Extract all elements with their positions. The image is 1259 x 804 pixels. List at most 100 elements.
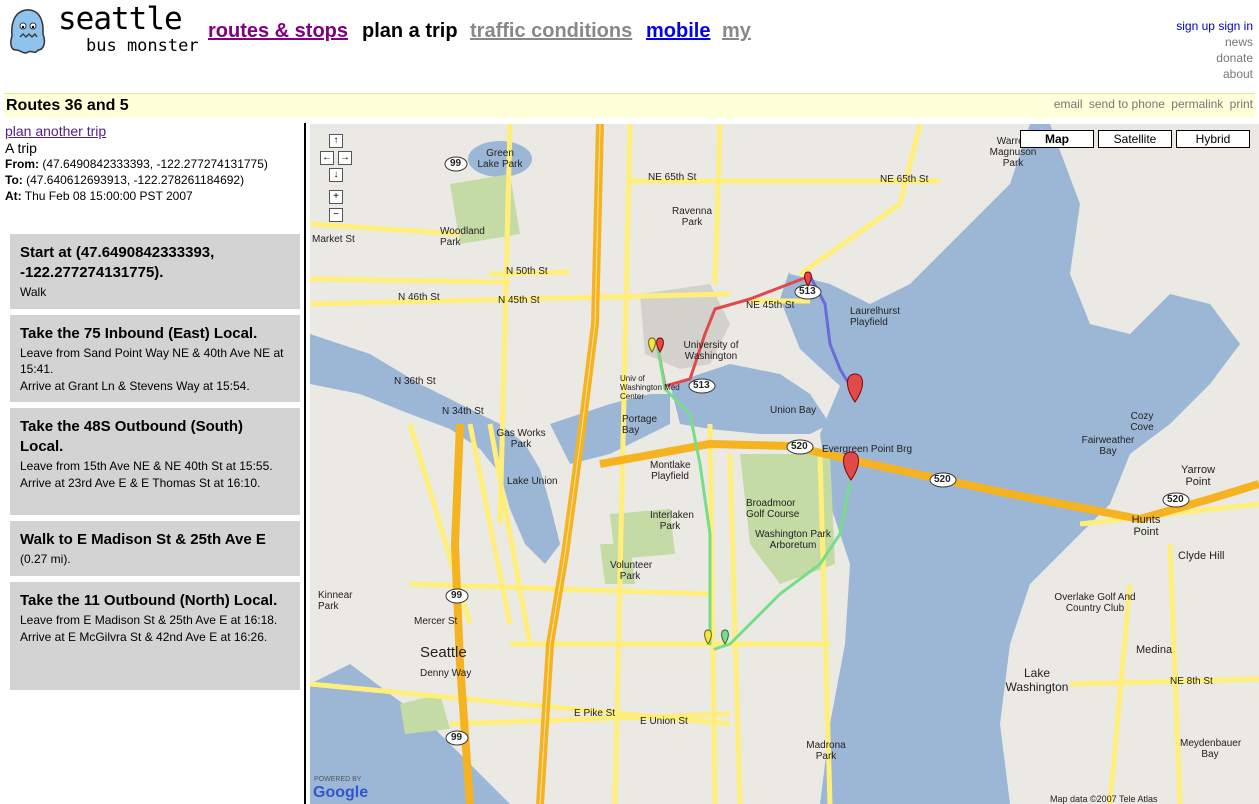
map-label: Woodland Park <box>440 226 485 248</box>
account-links: sign up sign in news donate about <box>1176 18 1253 82</box>
map-label: N 34th St <box>442 406 484 417</box>
hwy-513-label: 513 <box>799 286 816 297</box>
map-label: Portage Bay <box>622 414 658 436</box>
step-detail: Arrive at E McGilvra St & 42nd Ave E at … <box>20 630 268 644</box>
plan-another-trip-link[interactable]: plan another trip <box>5 123 106 139</box>
map-type-map-button[interactable]: Map <box>1020 130 1094 148</box>
step-detail: Arrive at Grant Ln & Stevens Way at 15:5… <box>20 379 250 393</box>
map-label: Washington Park Arboretum <box>755 529 831 551</box>
map-label: Evergreen Point Brg <box>822 444 913 455</box>
pan-down-icon[interactable]: ↓ <box>329 168 343 182</box>
itinerary-panel: plan another trip A trip From: (47.64908… <box>4 123 304 804</box>
send-to-phone-link[interactable]: send to phone <box>1089 97 1165 111</box>
trip-actions: email send to phone permalink print <box>1051 97 1253 111</box>
map-label: E Pike St <box>574 708 616 719</box>
map-label: E Union St <box>640 716 688 727</box>
hwy-520-label: 520 <box>791 441 808 452</box>
page-title: Routes 36 and 5 <box>6 97 129 114</box>
map-label: Lake Washington <box>1005 666 1069 694</box>
map-label: Cozy Cove <box>1130 411 1154 433</box>
map-label: Clyde Hill <box>1178 550 1225 562</box>
step-title: Start at (47.6490842333393, -122.2772741… <box>20 244 215 281</box>
itinerary-step[interactable]: Walk to E Madison St & 25th Ave E (0.27 … <box>10 521 300 576</box>
title-bar: Routes 36 and 5 email send to phone perm… <box>4 93 1255 118</box>
hwy-99-label: 99 <box>451 732 463 743</box>
map-label: Volunteer Park <box>610 560 653 582</box>
map-label: Ravenna Park <box>672 206 713 228</box>
map-label: Union Bay <box>770 405 817 416</box>
zoom-out-icon[interactable]: − <box>329 208 343 222</box>
map-label: NE 45th St <box>746 300 795 311</box>
map-label: Green Lake Park <box>477 148 523 170</box>
hwy-99-label: 99 <box>450 158 462 169</box>
powered-by-label: POWERED BY <box>314 776 362 783</box>
trip-time: At: Thu Feb 08 15:00:00 PST 2007 <box>5 189 193 203</box>
map-label: N 46th St <box>398 292 440 303</box>
itinerary-step[interactable]: Take the 75 Inbound (East) Local. Leave … <box>10 315 300 402</box>
map-label: Market St <box>312 234 355 245</box>
map-label: NE 8th St <box>1170 676 1213 687</box>
map-label: Overlake Golf And Country Club <box>1054 592 1136 614</box>
step-title: Take the 75 Inbound (East) Local. <box>20 325 258 342</box>
map-type-satellite-button[interactable]: Satellite <box>1098 130 1172 148</box>
itinerary-step[interactable]: Start at (47.6490842333393, -122.2772741… <box>10 234 300 309</box>
map-label: Yarrow Point <box>1180 464 1216 488</box>
route-map[interactable]: 99 99 99 513 513 520 520 520 Seattle Uni… <box>310 124 1259 804</box>
permalink-link[interactable]: permalink <box>1171 97 1223 111</box>
google-logo[interactable]: Google <box>313 784 368 802</box>
pan-left-icon[interactable]: ← <box>320 151 334 165</box>
logo-title[interactable]: seattle <box>58 2 183 36</box>
nav-routes-stops[interactable]: routes & stops <box>208 20 348 43</box>
trip-summary: plan another trip A trip From: (47.64908… <box>4 123 304 204</box>
map-copyright[interactable]: Map data ©2007 Tele Atlas <box>1050 794 1158 804</box>
step-detail: (0.27 mi). <box>20 552 71 566</box>
step-detail: Walk <box>20 285 47 299</box>
itinerary-step[interactable]: Take the 11 Outbound (North) Local. Leav… <box>10 582 300 690</box>
map-label: Mercer St <box>414 616 458 627</box>
donate-link[interactable]: donate <box>1216 51 1253 65</box>
trip-from: From: (47.6490842333393, -122.2772741317… <box>5 157 268 171</box>
map-label: NE 65th St <box>648 172 697 183</box>
map-label: Meydenbauer Bay <box>1180 738 1242 760</box>
bus-monster-logo-icon[interactable] <box>8 6 48 56</box>
itinerary-step[interactable]: Take the 48S Outbound (South) Local. Lea… <box>10 408 300 515</box>
sign-up-link[interactable]: sign up <box>1176 19 1215 33</box>
step-title: Walk to E Madison St & 25th Ave E <box>20 531 266 548</box>
header: seattle bus monster routes & stops plan … <box>0 0 1259 92</box>
logo-subtitle[interactable]: bus monster <box>86 36 199 56</box>
map-label: Medina <box>1136 644 1173 656</box>
nav-my[interactable]: my <box>722 20 751 43</box>
nav-plan-trip[interactable]: plan a trip <box>362 20 458 43</box>
map-label: Lake Union <box>507 476 558 487</box>
zoom-in-icon[interactable]: + <box>329 190 343 204</box>
hwy-520-label: 520 <box>934 474 951 485</box>
step-title: Take the 48S Outbound (South) Local. <box>20 418 244 455</box>
map-label: Univ of Washington Med Center <box>620 374 680 401</box>
pan-up-icon[interactable]: ↑ <box>329 134 343 148</box>
map-label: Montlake Playfield <box>650 460 691 482</box>
sign-in-link[interactable]: sign in <box>1218 19 1253 33</box>
step-detail: Leave from Sand Point Way NE & 40th Ave … <box>20 346 284 376</box>
map-label: Hunts Point <box>1131 514 1161 538</box>
step-detail: Leave from 15th Ave NE & NE 40th St at 1… <box>20 459 273 473</box>
map-label: N 45th St <box>498 295 540 306</box>
map-label: Madrona Park <box>806 740 846 762</box>
email-link[interactable]: email <box>1054 97 1083 111</box>
map-label: Denny Way <box>420 668 472 679</box>
about-link[interactable]: about <box>1223 67 1253 81</box>
print-link[interactable]: print <box>1230 97 1253 111</box>
map-label: N 36th St <box>394 376 436 387</box>
map-label: Interlaken Park <box>650 510 694 532</box>
step-title: Take the 11 Outbound (North) Local. <box>20 592 278 609</box>
map-type-hybrid-button[interactable]: Hybrid <box>1176 130 1250 148</box>
pan-right-icon[interactable]: → <box>338 151 352 165</box>
map-label: Seattle <box>420 644 467 661</box>
map-label: University of Washington <box>683 340 739 362</box>
nav-mobile[interactable]: mobile <box>646 20 710 43</box>
panel-divider <box>304 123 306 804</box>
nav-traffic-conditions[interactable]: traffic conditions <box>470 20 632 43</box>
map-label: N 50th St <box>506 266 548 277</box>
hwy-99-label: 99 <box>451 590 463 601</box>
map-label: Fairweather Bay <box>1081 435 1135 457</box>
news-link[interactable]: news <box>1225 35 1253 49</box>
